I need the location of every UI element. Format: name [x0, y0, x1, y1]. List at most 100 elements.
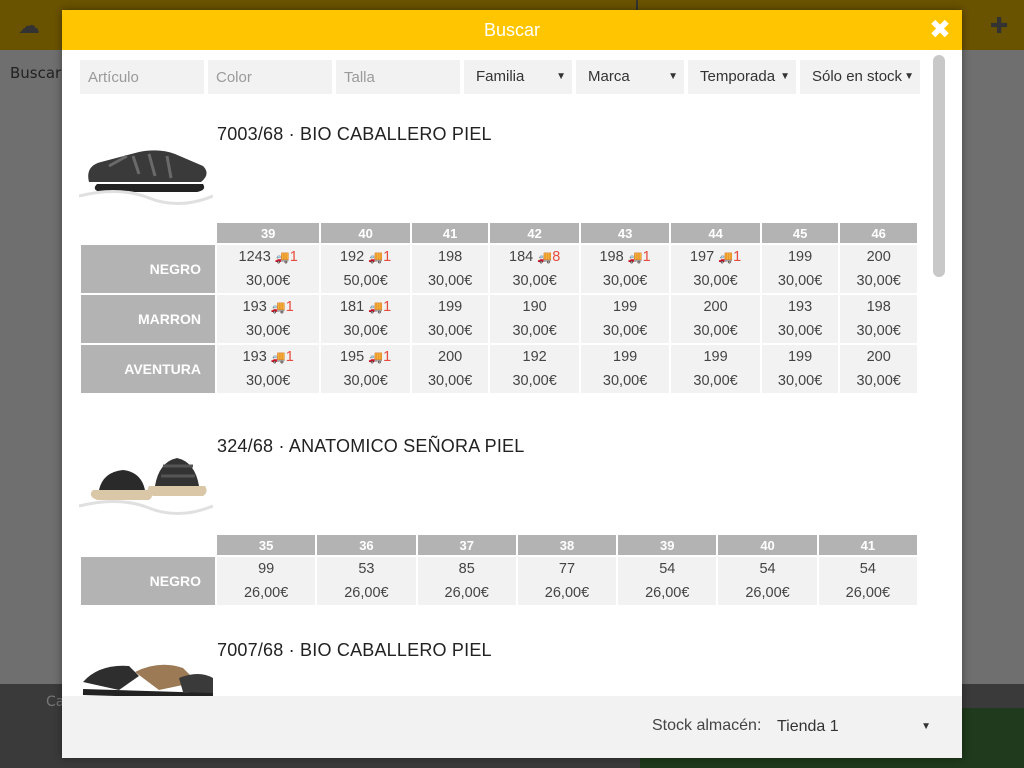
stock-value: 54	[759, 561, 776, 577]
chevron-down-icon: ▼	[556, 71, 566, 82]
stock-cell[interactable]: 200 30,00€	[840, 345, 917, 393]
stock-cell[interactable]: 53 26,00€	[317, 557, 416, 605]
price-value: 30,00€	[777, 373, 823, 389]
stock-filter-select[interactable]: Sólo en stock ▼	[800, 60, 920, 94]
talla-input[interactable]	[336, 60, 460, 94]
stock-value: 199	[613, 349, 638, 365]
stock-cell[interactable]: 200 30,00€	[411, 345, 489, 393]
product-card[interactable]: 7007/68 · BIO CABALLERO PIEL	[79, 628, 921, 696]
color-label: NEGRO	[81, 557, 215, 605]
stock-value: 54	[659, 561, 676, 577]
product-card[interactable]: 324/68 · ANATOMICO SEÑORA PIEL 35 36 37 …	[79, 420, 921, 628]
stock-value: 195	[339, 349, 365, 365]
stock-cell[interactable]: 54 26,00€	[718, 557, 817, 605]
price-value: 30,00€	[246, 323, 291, 339]
stock-value: 85	[458, 561, 475, 577]
price-value: 30,00€	[777, 273, 823, 289]
stock-cell[interactable]: 199 30,00€	[411, 295, 489, 343]
truck-icon: 🚚	[274, 250, 290, 264]
stock-cell[interactable]: 199 30,00€	[580, 345, 670, 393]
results-list: 7003/68 · BIO CABALLERO PIEL 39 40 41 42…	[79, 108, 921, 696]
price-value: 30,00€	[602, 373, 648, 389]
stock-value: 200	[866, 349, 891, 365]
stock-value: 77	[558, 561, 576, 577]
stock-cell[interactable]: 199 30,00€	[580, 295, 670, 343]
table-row: NEGRO 1243 🚚1 30,00€ 192 🚚1 50,00€ 198 30,0…	[81, 245, 917, 293]
product-title: 324/68 · ANATOMICO SEÑORA PIEL	[217, 436, 525, 456]
stock-cell[interactable]: 193 30,00€	[761, 295, 839, 343]
stock-cell[interactable]: 54 26,00€	[618, 557, 717, 605]
truck-icon: 🚚	[627, 250, 643, 264]
articulo-input[interactable]	[80, 60, 204, 94]
price-value: 30,00€	[693, 373, 738, 389]
stock-cell[interactable]: 184 🚚8 30,00€	[490, 245, 579, 293]
stock-cell[interactable]: 199 30,00€	[761, 345, 839, 393]
table-row: MARRON 193 🚚1 30,00€ 181 🚚1 30,00€ 199 30,0…	[81, 295, 917, 343]
stock-value: 198	[599, 249, 624, 265]
stock-value: 197	[689, 249, 715, 265]
stock-cell[interactable]: 99 26,00€	[217, 557, 316, 605]
chevron-down-icon: ▼	[780, 71, 790, 82]
stock-cell[interactable]: 195 🚚1 30,00€	[321, 345, 410, 393]
stock-cell[interactable]: 199 30,00€	[761, 245, 839, 293]
stock-cell[interactable]: 198 30,00€	[411, 245, 489, 293]
marca-select-value: Marca	[588, 68, 630, 85]
incoming-count: 1	[383, 249, 392, 265]
size-header: 38	[517, 535, 617, 555]
incoming-count: 1	[285, 299, 294, 315]
store-select[interactable]: Tienda 1 ▼	[777, 712, 937, 742]
size-header: 39	[618, 535, 717, 555]
stock-value: 54	[859, 561, 876, 577]
stock-value: 192	[522, 349, 547, 365]
stock-cell[interactable]: 197 🚚1 30,00€	[671, 245, 760, 293]
truck-icon: 🚚	[368, 250, 384, 264]
stock-cell[interactable]: 198 🚚1 30,00€	[580, 245, 670, 293]
stock-cell[interactable]: 193 🚚1 30,00€	[217, 295, 320, 343]
familia-select[interactable]: Familia ▼	[464, 60, 572, 94]
price-value: 30,00€	[856, 323, 901, 339]
stock-cell[interactable]: 192 30,00€	[490, 345, 579, 393]
plus-icon: ✚	[990, 14, 1009, 39]
truck-icon: 🚚	[718, 250, 734, 264]
product-title: 7003/68 · BIO CABALLERO PIEL	[217, 124, 492, 144]
temporada-select[interactable]: Temporada ▼	[688, 60, 796, 94]
price-value: 30,00€	[427, 373, 473, 389]
product-image	[79, 126, 213, 210]
product-title: 7007/68 · BIO CABALLERO PIEL	[217, 640, 492, 660]
stock-filter-select-value: Sólo en stock	[812, 68, 903, 85]
marca-select[interactable]: Marca ▼	[576, 60, 684, 94]
color-input[interactable]	[208, 60, 332, 94]
stock-cell[interactable]: 54 26,00€	[818, 557, 917, 605]
stock-cell[interactable]: 1243 🚚1 30,00€	[217, 245, 320, 293]
price-value: 30,00€	[246, 273, 291, 289]
stock-value: 193	[787, 299, 813, 315]
truck-icon: 🚚	[537, 250, 553, 264]
price-value: 30,00€	[777, 323, 823, 339]
stock-cell[interactable]: 200 30,00€	[840, 245, 917, 293]
stock-cell[interactable]: 193 🚚1 30,00€	[217, 345, 320, 393]
stock-cell[interactable]: 198 30,00€	[840, 295, 917, 343]
modal-header: Buscar ✖	[62, 10, 962, 50]
close-icon[interactable]: ✖	[928, 16, 952, 44]
size-header: 37	[417, 535, 516, 555]
familia-select-value: Familia	[476, 68, 525, 85]
scrollbar-thumb[interactable]	[933, 55, 945, 277]
stock-cell[interactable]: 192 🚚1 50,00€	[321, 245, 410, 293]
product-card[interactable]: 7003/68 · BIO CABALLERO PIEL 39 40 41 42…	[79, 108, 921, 420]
stock-value: 193	[242, 349, 267, 365]
stock-cell[interactable]: 181 🚚1 30,00€	[321, 295, 410, 343]
stock-cell[interactable]: 77 26,00€	[517, 557, 617, 605]
stock-cell[interactable]: 199 30,00€	[671, 345, 760, 393]
price-value: 26,00€	[845, 585, 891, 601]
size-header: 46	[840, 223, 917, 243]
stock-value: 1243	[238, 249, 271, 265]
stock-cell[interactable]: 190 30,00€	[490, 295, 579, 343]
size-header: 44	[671, 223, 760, 243]
stock-cell[interactable]: 200 30,00€	[671, 295, 760, 343]
stock-value: 198	[866, 299, 891, 315]
chevron-down-icon: ▼	[921, 721, 931, 732]
incoming-count: 1	[733, 249, 742, 265]
size-header: 40	[718, 535, 817, 555]
table-corner	[81, 223, 215, 243]
stock-cell[interactable]: 85 26,00€	[417, 557, 516, 605]
